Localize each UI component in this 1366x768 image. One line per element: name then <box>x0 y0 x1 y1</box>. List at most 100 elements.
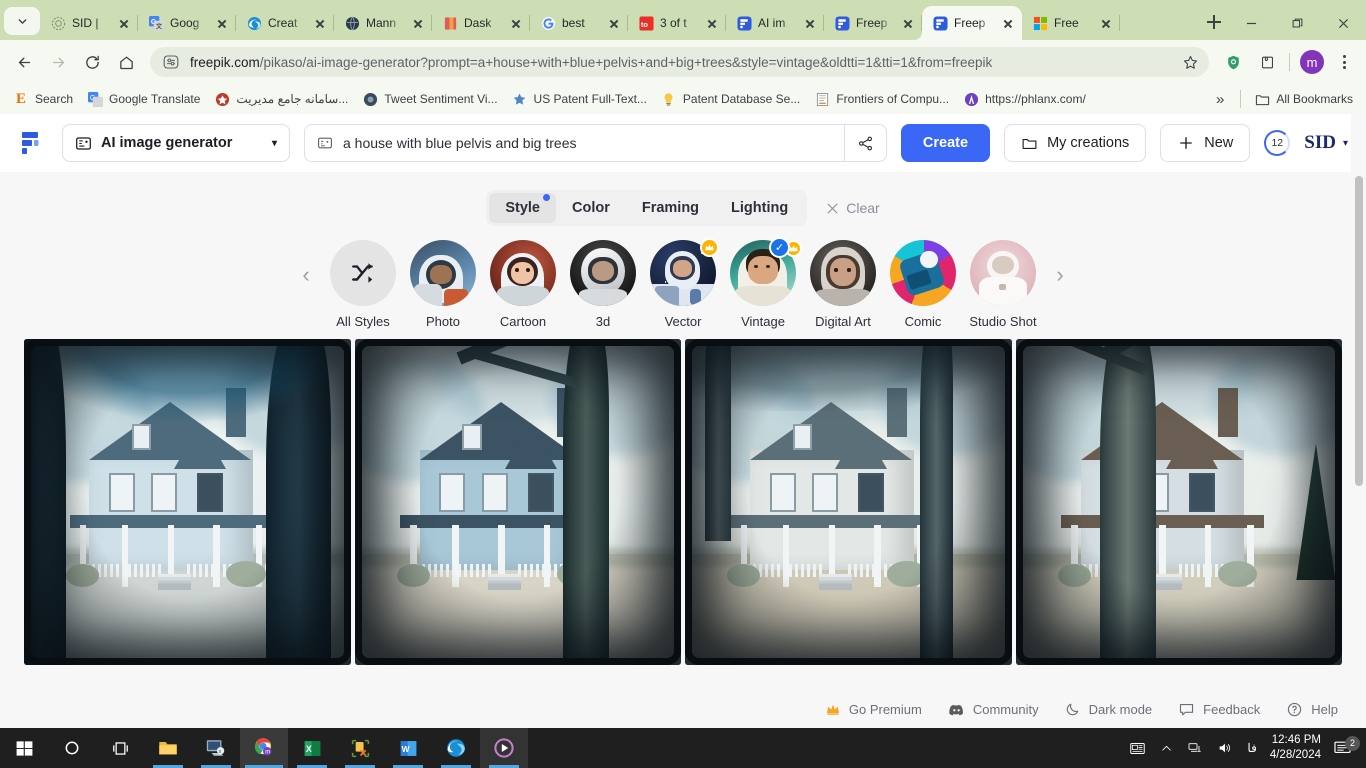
style-option-3d[interactable]: 3d <box>563 240 643 329</box>
taskbar-start[interactable] <box>0 728 48 768</box>
carousel-prev-button[interactable]: ‹ <box>289 240 323 310</box>
taskbar-word[interactable]: W <box>384 728 432 768</box>
share-button[interactable] <box>843 125 886 161</box>
result-image[interactable] <box>24 339 351 665</box>
volume-button[interactable] <box>1210 728 1240 768</box>
all-bookmarks-button[interactable]: All Bookmarks <box>1247 87 1360 111</box>
browser-tab[interactable]: best <box>530 6 628 40</box>
bookmarks-overflow-button[interactable]: » <box>1206 87 1234 112</box>
home-button[interactable] <box>110 46 142 78</box>
bookmark-item[interactable]: US Patent Full-Text... <box>505 87 654 111</box>
style-option-all-styles[interactable]: All Styles <box>323 240 403 329</box>
forward-button[interactable] <box>42 46 74 78</box>
tray-overflow-button[interactable] <box>1153 728 1180 768</box>
network-button[interactable] <box>1180 728 1210 768</box>
tab-close-button[interactable] <box>116 15 132 31</box>
create-button[interactable]: Create <box>900 124 991 162</box>
credits-indicator[interactable]: 12 <box>1264 130 1291 156</box>
style-option-vintage[interactable]: ✓ Vintage <box>723 237 803 329</box>
taskbar-google-chrome[interactable]: m <box>240 728 288 768</box>
tab-close-button[interactable] <box>1000 15 1016 31</box>
back-button[interactable] <box>8 46 40 78</box>
browser-tab[interactable]: Creat <box>236 6 334 40</box>
taskbar-remote-desktop[interactable]: x <box>192 728 240 768</box>
browser-tab[interactable]: AI im <box>726 6 824 40</box>
browser-tab[interactable]: G 文 Goog <box>138 6 236 40</box>
taskbar-snipping-tool[interactable] <box>336 728 384 768</box>
chrome-menu-button[interactable] <box>1330 48 1358 76</box>
filter-tab-color[interactable]: Color <box>556 193 626 223</box>
style-option-vector[interactable]: Vector <box>643 238 723 329</box>
notifications-button[interactable]: 2 <box>1331 735 1362 758</box>
address-bar[interactable]: freepik.com/pikaso/ai-image-generator?pr… <box>150 47 1209 77</box>
tab-close-button[interactable] <box>802 15 818 31</box>
bookmark-star-button[interactable] <box>1177 49 1203 75</box>
taskbar-media-player[interactable] <box>480 728 528 768</box>
result-image[interactable] <box>354 339 681 665</box>
browser-tab[interactable]: Mann <box>334 6 432 40</box>
browser-tab[interactable]: Freep <box>824 6 922 40</box>
taskbar-search[interactable] <box>48 728 96 768</box>
taskbar-file-explorer[interactable] <box>144 728 192 768</box>
my-creations-button[interactable]: My creations <box>1004 124 1147 162</box>
browser-tab[interactable]: Free <box>1022 6 1120 40</box>
reload-button[interactable] <box>76 46 108 78</box>
browser-tab[interactable]: SID | <box>40 6 138 40</box>
site-settings-icon[interactable] <box>160 51 182 73</box>
user-menu[interactable]: SID ▾ <box>1304 132 1348 154</box>
taskbar-task-view[interactable] <box>96 728 144 768</box>
tab-close-button[interactable] <box>900 15 916 31</box>
bookmark-item[interactable]: Tweet Sentiment Vi... <box>355 87 504 111</box>
bookmark-item[interactable]: G Google Translate <box>80 87 207 111</box>
bottom-bar-dark-mode[interactable]: Dark mode <box>1065 701 1152 717</box>
language-indicator[interactable]: فا <box>1240 728 1263 768</box>
bottom-bar-help[interactable]: Help <box>1286 701 1338 718</box>
style-option-comic[interactable]: Comic <box>883 240 963 329</box>
maximize-button[interactable] <box>1274 6 1320 40</box>
bottom-bar-community[interactable]: Community <box>948 701 1039 718</box>
carousel-next-button[interactable]: › <box>1043 240 1077 310</box>
freepik-logo-icon[interactable] <box>18 128 48 158</box>
browser-tab[interactable]: Dask <box>432 6 530 40</box>
tab-close-button[interactable] <box>606 15 622 31</box>
page-scrollbar[interactable] <box>1351 114 1366 728</box>
tab-close-button[interactable] <box>508 15 524 31</box>
style-option-digital-art[interactable]: Digital Art <box>803 240 883 329</box>
style-option-cartoon[interactable]: Cartoon <box>483 240 563 329</box>
tab-close-button[interactable] <box>1098 15 1114 31</box>
bookmark-item[interactable]: E Search <box>6 87 80 111</box>
scrollbar-thumb[interactable] <box>1355 176 1363 486</box>
tab-close-button[interactable] <box>312 15 328 31</box>
result-image[interactable] <box>1015 339 1342 665</box>
tab-close-button[interactable] <box>704 15 720 31</box>
browser-tab[interactable]: to 3 of t <box>628 6 726 40</box>
style-option-photo[interactable]: Photo <box>403 240 483 329</box>
browser-tab[interactable]: Freep <box>922 6 1022 40</box>
clear-filters-button[interactable]: Clear <box>825 200 880 216</box>
profile-button[interactable]: m <box>1296 46 1328 78</box>
tab-search-button[interactable] <box>4 7 40 35</box>
tab-close-button[interactable] <box>214 15 230 31</box>
result-image[interactable] <box>685 339 1012 665</box>
bookmark-item[interactable]: Patent Database Se... <box>654 87 807 111</box>
bookmark-item[interactable]: Frontiers of Compu... <box>807 87 956 111</box>
bottom-bar-go-premium[interactable]: Go Premium <box>825 701 922 717</box>
clock[interactable]: 12:46 PM 4/28/2024 <box>1264 733 1331 763</box>
filter-tab-lighting[interactable]: Lighting <box>715 193 804 223</box>
extension-shield-button[interactable] <box>1217 46 1249 78</box>
filter-tab-framing[interactable]: Framing <box>626 193 715 223</box>
bookmark-item[interactable]: سامانه جامع مدیریت... <box>207 87 355 111</box>
bookmark-item[interactable]: https://phlanx.com/ <box>956 87 1093 111</box>
extensions-button[interactable] <box>1251 46 1283 78</box>
tool-select[interactable]: AI image generator ▾ <box>62 124 290 162</box>
minimize-button[interactable] <box>1228 6 1274 40</box>
taskbar-excel[interactable]: X <box>288 728 336 768</box>
style-option-studio-shot[interactable]: Studio Shot <box>963 240 1043 329</box>
taskbar-microsoft-edge[interactable] <box>432 728 480 768</box>
filter-tab-style[interactable]: Style <box>489 193 556 223</box>
bottom-bar-feedback[interactable]: Feedback <box>1178 701 1260 718</box>
new-button[interactable]: New <box>1160 124 1251 162</box>
tab-close-button[interactable] <box>410 15 426 31</box>
news-and-interests-button[interactable] <box>1122 728 1153 768</box>
new-tab-button[interactable] <box>1200 8 1228 36</box>
